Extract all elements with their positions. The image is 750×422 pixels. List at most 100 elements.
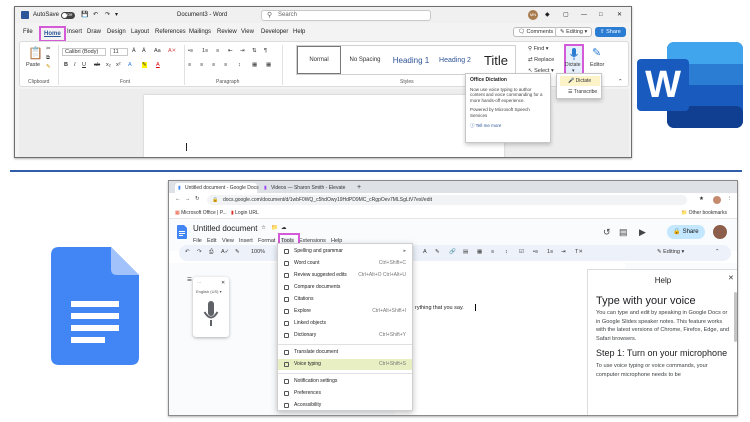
style-no-spacing[interactable]: No Spacing (343, 46, 387, 74)
menu-item-citations[interactable]: Citations (278, 294, 412, 305)
style-title[interactable]: Title (475, 46, 517, 74)
address-bar[interactable]: 🔒 docs.google.com/document/d/1wbF0WQ_c5hd… (207, 195, 687, 205)
redo-icon[interactable]: ↷ (197, 249, 202, 255)
voice-language-select[interactable]: English (US) ▾ (196, 289, 222, 294)
star-icon[interactable]: ☆ (261, 225, 266, 231)
numbering-icon[interactable]: 1≡ (202, 48, 208, 54)
menu-view[interactable]: View (222, 238, 234, 244)
style-heading-2[interactable]: Heading 2 (435, 46, 475, 74)
menu-item-word-count[interactable]: Word count Ctrl+Shift+C (278, 258, 412, 269)
menu-item-dictate[interactable]: 🎤 Dictate (560, 76, 600, 86)
tab-references[interactable]: References (155, 29, 186, 35)
comment-icon[interactable]: ▤ (619, 227, 628, 238)
comment-add-icon[interactable]: ▤ (463, 249, 468, 255)
doc-title[interactable]: Untitled document (193, 224, 257, 233)
find-button[interactable]: ⚲ Find ▾ (528, 46, 549, 52)
menu-item-linked-objects[interactable]: Linked objects (278, 318, 412, 329)
chrome-menu-icon[interactable]: ⋮ (727, 196, 733, 202)
editing-mode-button[interactable]: ✎ Editing ▾ (555, 27, 593, 37)
collapse-ribbon-icon[interactable]: ⌃ (618, 79, 623, 85)
browser-tab-videos[interactable]: ▮ Videos — Sharon Smith - Elevate (261, 183, 345, 193)
borders-icon[interactable]: ▦ (266, 62, 271, 68)
tab-file[interactable]: File (23, 29, 33, 35)
bookmark-ms-office[interactable]: ▦ Microsoft Office | P... (175, 207, 227, 219)
redo-icon[interactable]: ↷ (105, 7, 110, 23)
tab-help[interactable]: Help (293, 29, 305, 35)
tab-design[interactable]: Design (107, 29, 126, 35)
increase-indent-icon[interactable]: ⇥ (240, 48, 245, 54)
paste-icon[interactable]: 📋 (28, 46, 43, 60)
menu-item-translate[interactable]: Translate document (278, 347, 412, 358)
checklist-icon[interactable]: ☑ (519, 249, 524, 255)
format-painter-icon[interactable]: ✎ (46, 64, 51, 70)
font-size-select[interactable]: 11 (110, 48, 128, 56)
menu-item-accessibility[interactable]: Accessibility (278, 400, 412, 411)
tab-developer[interactable]: Developer (261, 29, 288, 35)
paint-format-icon[interactable]: ✎ (235, 249, 240, 255)
undo-icon[interactable]: ↶ (185, 249, 190, 255)
highlight-icon[interactable]: ✎ (142, 62, 147, 68)
meet-icon[interactable]: ▶ (639, 227, 646, 238)
extensions-icon[interactable]: ★ (699, 196, 704, 202)
browser-tab-docs[interactable]: ▮ Untitled document - Google Docs (175, 183, 259, 193)
minimize-icon[interactable]: — (581, 7, 587, 23)
dictate-button[interactable]: Dictate ▾ (564, 44, 584, 75)
line-spacing-icon[interactable]: ↕ (238, 62, 241, 68)
menu-item-transcribe[interactable]: ☰ Transcribe (560, 87, 600, 97)
user-avatar[interactable]: MN (528, 10, 538, 20)
bold-icon[interactable]: B (64, 62, 68, 68)
share-button[interactable]: 🔒 Share (667, 225, 705, 239)
editing-mode-select[interactable]: ✎ Editing ▾ (657, 249, 684, 255)
undo-icon[interactable]: ↶ (93, 7, 98, 23)
cloud-status-icon[interactable]: ☁ (281, 225, 287, 231)
voice-close-icon[interactable]: ✕ (221, 280, 225, 286)
text-color-icon[interactable]: A (423, 249, 427, 255)
align-icon[interactable]: ≡ (491, 249, 494, 255)
multilevel-list-icon[interactable]: ≡ (216, 48, 219, 54)
editor-icon[interactable]: ✎ (592, 46, 601, 59)
voice-more-icon[interactable]: ⋯ (197, 280, 202, 286)
show-marks-icon[interactable]: ¶ (264, 48, 267, 54)
line-spacing-icon[interactable]: ↕ (505, 249, 508, 255)
ribbon-display-icon[interactable]: ▢ (563, 7, 569, 23)
align-right-icon[interactable]: ≡ (212, 62, 215, 68)
tab-view[interactable]: View (241, 29, 254, 35)
sort-icon[interactable]: ⇅ (252, 48, 257, 54)
tab-mailings[interactable]: Mailings (189, 29, 211, 35)
shading-icon[interactable]: ▦ (252, 62, 257, 68)
help-scrollbar[interactable] (734, 292, 737, 342)
diamond-icon[interactable]: ◆ (545, 7, 550, 23)
indent-icon[interactable]: ⇥ (561, 249, 566, 255)
justify-icon[interactable]: ≡ (224, 62, 227, 68)
collapse-toolbar-icon[interactable]: ⌃ (715, 249, 720, 255)
menu-item-notifications[interactable]: Notification settings (278, 376, 412, 387)
zoom-select[interactable]: 100% (251, 249, 265, 255)
text-effects-icon[interactable]: A (128, 62, 132, 68)
menu-item-voice-typing[interactable]: Voice typing Ctrl+Shift+S (278, 359, 412, 370)
tab-insert[interactable]: Insert (67, 29, 82, 35)
italic-icon[interactable]: I (74, 62, 76, 68)
profile-avatar[interactable] (713, 196, 721, 204)
menu-item-compare-docs[interactable]: Compare documents (278, 282, 412, 293)
tell-me-more-link[interactable]: ⓘ Tell me more (470, 123, 546, 129)
share-button[interactable]: ⇧ Share (595, 27, 626, 37)
docs-app-icon[interactable] (177, 225, 187, 239)
bullets-icon[interactable]: •≡ (533, 249, 538, 255)
close-icon[interactable]: ✕ (617, 7, 622, 23)
menu-item-dictionary[interactable]: Dictionary Ctrl+Shift+Y (278, 330, 412, 341)
menu-item-spelling[interactable]: Spelling and grammar ▸ (278, 246, 412, 257)
align-left-icon[interactable]: ≡ (188, 62, 191, 68)
menu-edit[interactable]: Edit (207, 238, 216, 244)
style-normal[interactable]: Normal (297, 46, 341, 74)
help-close-icon[interactable]: ✕ (728, 274, 734, 282)
change-case-icon[interactable]: Aa (154, 48, 161, 54)
reload-icon[interactable]: ↻ (195, 196, 200, 202)
print-icon[interactable]: ⎙ (209, 249, 213, 256)
font-color-icon[interactable]: A (156, 62, 160, 68)
editor-label[interactable]: Editor (590, 62, 604, 68)
shrink-font-icon[interactable]: Ǎ (142, 48, 146, 54)
spellcheck-icon[interactable]: A✓ (221, 249, 229, 255)
menu-format[interactable]: Format (258, 238, 275, 244)
back-icon[interactable]: ← (175, 196, 181, 202)
style-heading-1[interactable]: Heading 1 (389, 46, 433, 74)
